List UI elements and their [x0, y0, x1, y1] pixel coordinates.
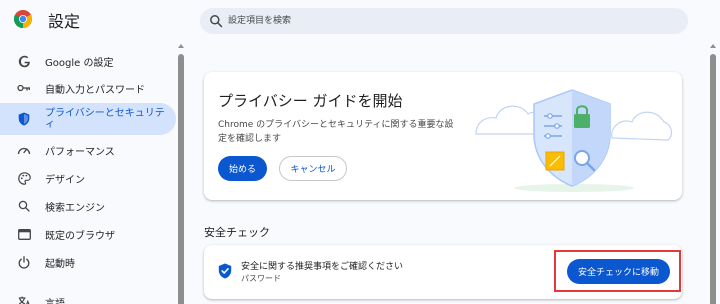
sidebar-item-privacy[interactable]: プライバシーとセキュリティ	[0, 103, 176, 135]
google-g-icon	[17, 54, 31, 68]
settings-header: 設定	[0, 0, 720, 40]
sidebar-item-languages[interactable]: 言語	[0, 288, 176, 304]
speedometer-icon	[17, 143, 31, 157]
sidebar-scrollbar[interactable]	[178, 44, 184, 304]
safety-check-shield-icon	[218, 263, 232, 279]
sidebar-item-default-browser[interactable]: 既定のブラウザ	[0, 220, 176, 248]
app-title: 設定	[48, 12, 81, 31]
privacy-shield-illustration	[475, 89, 672, 192]
scrollbar-thumb[interactable]	[710, 54, 716, 304]
scroll-up-arrow-icon[interactable]	[710, 44, 716, 48]
sidebar-item-google[interactable]: Google の設定	[0, 47, 176, 75]
browser-window-icon	[17, 227, 31, 241]
sidebar-item-performance[interactable]: パフォーマンス	[0, 136, 176, 164]
sidebar-item-label: パフォーマンス	[45, 146, 115, 158]
safety-check-message: 安全に関する推奨事項をご確認ください	[241, 262, 404, 272]
search-icon	[210, 15, 223, 28]
go-to-safety-check-button[interactable]: 安全チェックに移動	[567, 259, 670, 284]
sidebar-item-label: プライバシーとセキュリティ	[45, 108, 165, 130]
search-bar[interactable]	[200, 8, 688, 34]
safety-check-sublabel: パスワード	[241, 274, 281, 283]
sidebar: Google の設定 自動入力とパスワード プライバシーとセキュリティ パフォー…	[0, 44, 176, 304]
privacy-guide-description: Chrome のプライバシーとセキュリティに関する重要な設定を確認します	[218, 120, 454, 144]
privacy-guide-title: プライバシー ガイドを開始	[218, 92, 403, 110]
sidebar-item-label: Google の設定	[45, 57, 114, 69]
sidebar-item-appearance[interactable]: デザイン	[0, 164, 176, 192]
scrollbar-thumb[interactable]	[178, 54, 184, 304]
safety-check-heading: 安全チェック	[204, 226, 270, 239]
sidebar-item-label: 検索エンジン	[45, 202, 105, 214]
privacy-guide-card: プライバシー ガイドを開始 Chrome のプライバシーとセキュリティに関する重…	[204, 72, 682, 200]
search-icon	[17, 199, 31, 213]
sidebar-item-label: 起動時	[45, 258, 75, 270]
sidebar-item-search-engine[interactable]: 検索エンジン	[0, 192, 176, 220]
sidebar-item-label: 自動入力とパスワード	[45, 84, 145, 96]
palette-icon	[17, 171, 31, 185]
translate-icon	[17, 295, 31, 304]
sidebar-item-on-startup[interactable]: 起動時	[0, 248, 176, 276]
sidebar-item-autofill[interactable]: 自動入力とパスワード	[0, 74, 176, 102]
start-guide-button[interactable]: 始める	[218, 156, 267, 181]
chrome-logo-icon	[14, 10, 32, 28]
main-scrollbar[interactable]	[709, 44, 717, 304]
sidebar-item-label: 言語	[45, 298, 65, 304]
sidebar-item-label: デザイン	[45, 174, 85, 186]
power-icon	[17, 255, 31, 269]
sidebar-item-label: 既定のブラウザ	[45, 230, 115, 242]
cancel-button[interactable]: キャンセル	[279, 156, 347, 181]
key-icon	[17, 81, 31, 95]
scroll-up-arrow-icon[interactable]	[178, 44, 184, 48]
shield-icon	[17, 112, 31, 126]
search-input[interactable]	[228, 12, 668, 30]
